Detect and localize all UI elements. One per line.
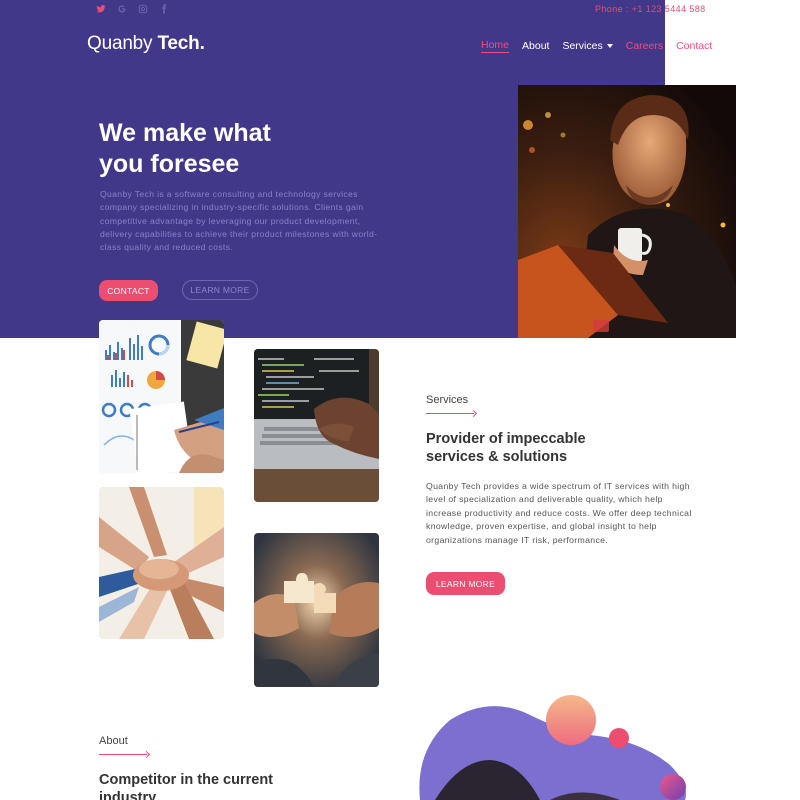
hero-title-line2: you foresee <box>99 150 240 178</box>
hero-title: We make what you foresee <box>99 118 359 180</box>
about-label: About <box>99 735 128 747</box>
laptop-photo <box>254 349 379 502</box>
main-nav: Home About Services Careers Contact <box>481 39 712 53</box>
top-bar: Phone : +1 123 5444 588 <box>0 4 800 16</box>
instagram-icon[interactable] <box>138 4 148 14</box>
logo-bold-text: Tech. <box>157 33 205 54</box>
google-icon[interactable] <box>117 4 127 14</box>
nav-contact[interactable]: Contact <box>676 39 712 53</box>
hero-learn-more-button[interactable]: LEARN MORE <box>182 280 258 300</box>
arrow-right-icon <box>142 750 151 759</box>
twitter-icon[interactable] <box>96 4 106 14</box>
about-title: Competitor in the current industry <box>99 771 319 800</box>
logo-light-text: Quanby <box>87 33 158 54</box>
services-title-line1: Provider of impeccable <box>426 431 586 447</box>
facebook-icon[interactable] <box>159 4 169 14</box>
puzzle-photo <box>254 533 379 687</box>
nav-about[interactable]: About <box>522 39 549 53</box>
about-title-line1: Competitor in the current <box>99 772 274 788</box>
hero-description: Quanby Tech is a software consulting and… <box>100 189 378 253</box>
caret-down-icon <box>606 44 613 48</box>
nav-services-label: Services <box>562 40 603 52</box>
charts-photo <box>99 320 224 473</box>
social-links <box>96 4 169 14</box>
nav-careers[interactable]: Careers <box>626 39 663 53</box>
services-learn-more-button[interactable]: LEARN MORE <box>426 572 505 595</box>
about-divider <box>99 754 147 755</box>
hero-photo <box>518 85 736 338</box>
services-divider <box>426 413 474 414</box>
hero-title-line1: We make what <box>99 119 271 147</box>
decorative-blob <box>410 690 710 800</box>
arrow-right-icon <box>469 409 478 418</box>
about-title-line2: industry <box>99 790 157 800</box>
nav-home[interactable]: Home <box>481 39 510 53</box>
contact-button[interactable]: CONTACT <box>99 280 158 301</box>
site-logo[interactable]: Quanby Tech. <box>87 33 205 55</box>
services-title: Provider of impeccable services & soluti… <box>426 430 646 466</box>
services-description: Quanby Tech provides a wide spectrum of … <box>426 481 692 545</box>
services-label: Services <box>426 394 469 406</box>
phone-number: Phone : +1 123 5444 588 <box>595 4 706 14</box>
teamwork-photo <box>99 487 224 639</box>
services-title-line2: services & solutions <box>426 449 568 465</box>
nav-services[interactable]: Services <box>562 39 613 53</box>
